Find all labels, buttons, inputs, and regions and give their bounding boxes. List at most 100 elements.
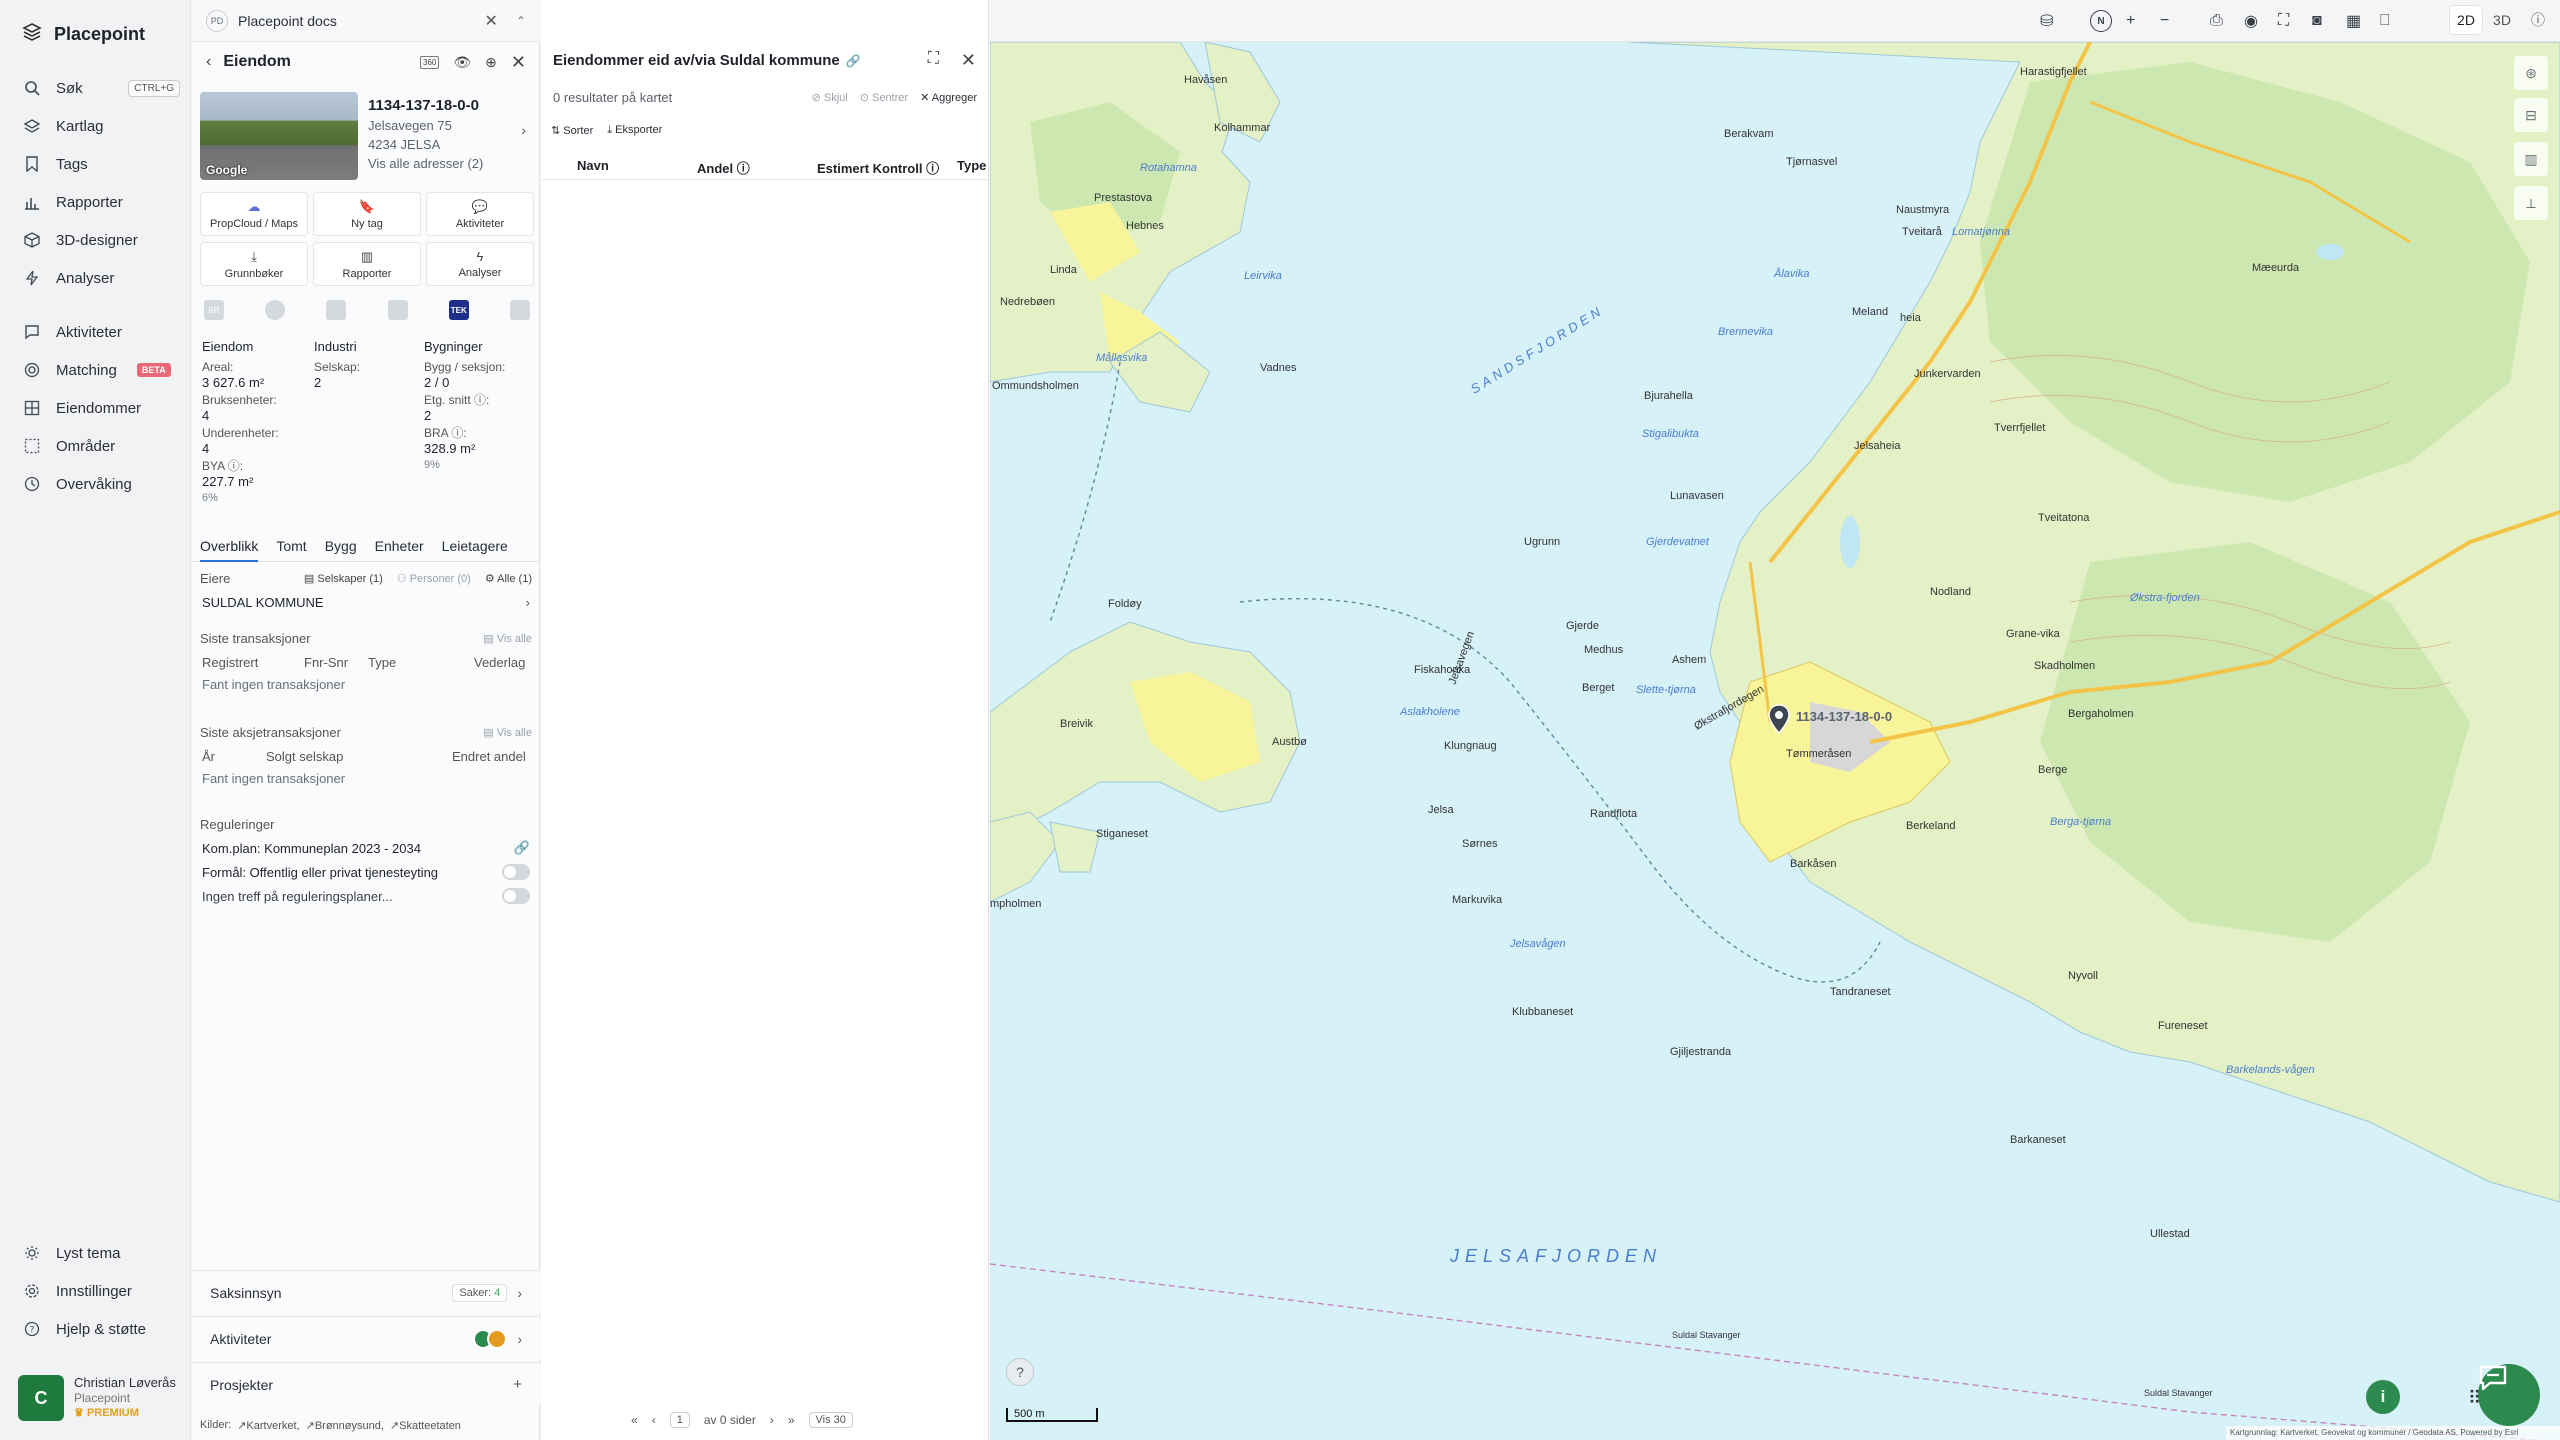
zoom-out-icon[interactable]: −: [2160, 8, 2169, 34]
tab-enheter[interactable]: Enheter: [375, 532, 424, 562]
nav-item-areas[interactable]: Områder: [22, 430, 180, 462]
source-tek-icon[interactable]: TEK: [448, 300, 469, 320]
col-andel[interactable]: Andel ⓘ: [697, 158, 750, 177]
zoom-in-icon[interactable]: +: [2126, 8, 2135, 34]
new-tag-button[interactable]: 🔖 Ny tag: [313, 192, 421, 236]
nav-item-light-theme[interactable]: Lyst tema: [22, 1237, 180, 1269]
print-icon[interactable]: ⎙: [2210, 8, 2223, 34]
help-icon[interactable]: ?: [1006, 1358, 1034, 1386]
nav-item-properties[interactable]: Eiendommer: [22, 392, 180, 424]
filter-all[interactable]: ⚙ Alle (1): [485, 572, 532, 585]
center-button[interactable]: ⊙ Sentrer: [860, 91, 908, 104]
back-icon[interactable]: ‹: [206, 53, 211, 71]
per-page-select[interactable]: Vis 30: [808, 1412, 853, 1428]
close-icon[interactable]: ✕: [961, 50, 976, 71]
propcloud-button[interactable]: ☁ PropCloud / Maps: [200, 192, 308, 236]
grid-icon[interactable]: ▦: [2346, 8, 2361, 34]
all-addresses-link[interactable]: Vis alle adresser (2): [368, 154, 536, 173]
expand-icon[interactable]: ⛶: [928, 50, 939, 71]
view-2d-button[interactable]: 2D: [2450, 6, 2482, 34]
close-icon[interactable]: ✕: [485, 11, 498, 31]
chat-support-icon[interactable]: [2478, 1364, 2540, 1426]
tab-bygg[interactable]: Bygg: [325, 532, 357, 562]
source-chart-icon[interactable]: [387, 300, 408, 320]
filter-companies[interactable]: ▤ Selskaper (1): [304, 572, 383, 585]
property-marker-icon[interactable]: [1768, 704, 1790, 734]
plus-icon[interactable]: +: [513, 1376, 522, 1393]
street-view-photo[interactable]: Google: [200, 92, 358, 180]
link-icon[interactable]: 🔗: [514, 840, 530, 856]
property-address[interactable]: 1134-137-18-0-0 Jelsavegen 75 4234 JELSA…: [368, 96, 536, 173]
col-kontroll[interactable]: Estimert Kontroll ⓘ: [817, 158, 939, 177]
owner-row[interactable]: SULDAL KOMMUNE ›: [192, 590, 540, 614]
nav-item-monitoring[interactable]: Overvåking: [22, 468, 180, 500]
last-page-icon[interactable]: »: [788, 1413, 795, 1427]
info-icon[interactable]: i: [2366, 1380, 2400, 1414]
chevron-updown-icon[interactable]: ⌃: [516, 14, 526, 28]
land-register-button[interactable]: ⤓ Grunnbøker: [200, 242, 308, 286]
source-plant-icon[interactable]: [326, 300, 347, 320]
nav-item-settings[interactable]: Innstillinger: [22, 1275, 180, 1307]
north-compass-icon[interactable]: N: [2090, 10, 2112, 32]
source-house-icon[interactable]: [509, 300, 530, 320]
prev-page-icon[interactable]: ‹: [652, 1413, 656, 1427]
nav-item-matching[interactable]: Matching BETA: [22, 354, 180, 386]
col-type[interactable]: Type: [957, 158, 986, 173]
regulation-plan-row[interactable]: Kom.plan: Kommuneplan 2023 - 2034 🔗: [192, 836, 540, 860]
hide-button[interactable]: ⊘ Skjul: [812, 91, 848, 104]
link-icon[interactable]: 🔗: [846, 54, 861, 68]
first-page-icon[interactable]: «: [631, 1413, 638, 1427]
source-br-icon[interactable]: BR: [204, 300, 224, 320]
workspace-title[interactable]: Placepoint docs: [238, 13, 337, 29]
street-view-360-icon[interactable]: 360: [420, 55, 440, 69]
nav-item-search[interactable]: Søk CTRL+G: [22, 72, 180, 104]
close-icon[interactable]: ✕: [511, 52, 526, 73]
purpose-toggle[interactable]: [502, 864, 530, 880]
nav-item-help[interactable]: ? Hjelp & støtte: [22, 1313, 180, 1345]
sort-button[interactable]: ⇅ Sorter: [551, 124, 593, 137]
nav-item-kartlag[interactable]: Kartlag: [22, 110, 180, 142]
layers-stack-icon[interactable]: ⛁: [2040, 8, 2053, 34]
brand-logo[interactable]: Placepoint: [22, 22, 145, 47]
plans-toggle[interactable]: [502, 888, 530, 904]
export-button[interactable]: ⤓ Eksporter: [607, 124, 662, 137]
map-sidebar-tool-ruler-icon[interactable]: ⊟: [2514, 98, 2548, 132]
tab-leietagere[interactable]: Leietagere: [442, 532, 508, 562]
source-link-kartverket[interactable]: ↗Kartverket,: [237, 1419, 299, 1432]
view-3d-button[interactable]: 3D: [2486, 6, 2518, 34]
nav-item-3d-designer[interactable]: 3D-designer: [22, 224, 180, 256]
saksinnsyn-row[interactable]: Saksinnsyn Saker: 4 ›: [192, 1270, 540, 1314]
see-all-link[interactable]: ▤ Vis alle: [483, 726, 532, 739]
map-sidebar-tool-globe-icon[interactable]: ⊛: [2514, 56, 2548, 90]
source-link-bronnoysund[interactable]: ↗Brønnøysund,: [306, 1419, 384, 1432]
next-page-icon[interactable]: ›: [770, 1413, 774, 1427]
aggregate-button[interactable]: ✕ Aggreger: [920, 91, 977, 104]
nav-item-analyses[interactable]: Analyser: [22, 262, 180, 294]
map-sidebar-tool-measure-icon[interactable]: ⟂: [2514, 186, 2548, 220]
see-all-link[interactable]: ▤ Vis alle: [483, 632, 532, 645]
filter-persons[interactable]: ⚇ Personer (0): [397, 572, 471, 585]
nav-item-tags[interactable]: Tags: [22, 148, 180, 180]
reports-button[interactable]: ▥ Rapporter: [313, 242, 421, 286]
info-icon[interactable]: ⓘ: [2522, 6, 2554, 34]
activities-row[interactable]: Aktiviteter ›: [192, 1316, 540, 1360]
projects-row[interactable]: Prosjekter +: [192, 1362, 540, 1406]
map-canvas[interactable]: Havåsen Kolhammar Rotahamna Prestastova …: [990, 42, 2560, 1440]
tab-overblikk[interactable]: Overblikk: [200, 532, 259, 562]
user-profile[interactable]: C Christian Løverås Placepoint ♛ PREMIUM: [18, 1372, 186, 1424]
target-add-icon[interactable]: ⊕: [485, 54, 497, 71]
nav-item-reports[interactable]: Rapporter: [22, 186, 180, 218]
activities-button[interactable]: 💬 Aktiviteter: [426, 192, 534, 236]
nav-item-activities[interactable]: Aktiviteter: [22, 316, 180, 348]
bookmark-icon[interactable]: ⎕: [2380, 8, 2390, 34]
tab-tomt[interactable]: Tomt: [276, 532, 306, 562]
page-input[interactable]: 1: [669, 1412, 690, 1428]
col-navn[interactable]: Navn: [577, 158, 609, 173]
analyses-button[interactable]: ϟ Analyser: [426, 242, 534, 286]
source-globe-icon[interactable]: [265, 300, 286, 320]
source-link-skatteetaten[interactable]: ↗Skatteetaten: [390, 1419, 461, 1432]
fullscreen-icon[interactable]: ⛶: [2278, 8, 2289, 34]
camera-icon[interactable]: ◙: [2312, 8, 2322, 34]
eye-icon[interactable]: 👁: [453, 54, 471, 71]
eye-icon[interactable]: ◉: [2244, 8, 2258, 34]
